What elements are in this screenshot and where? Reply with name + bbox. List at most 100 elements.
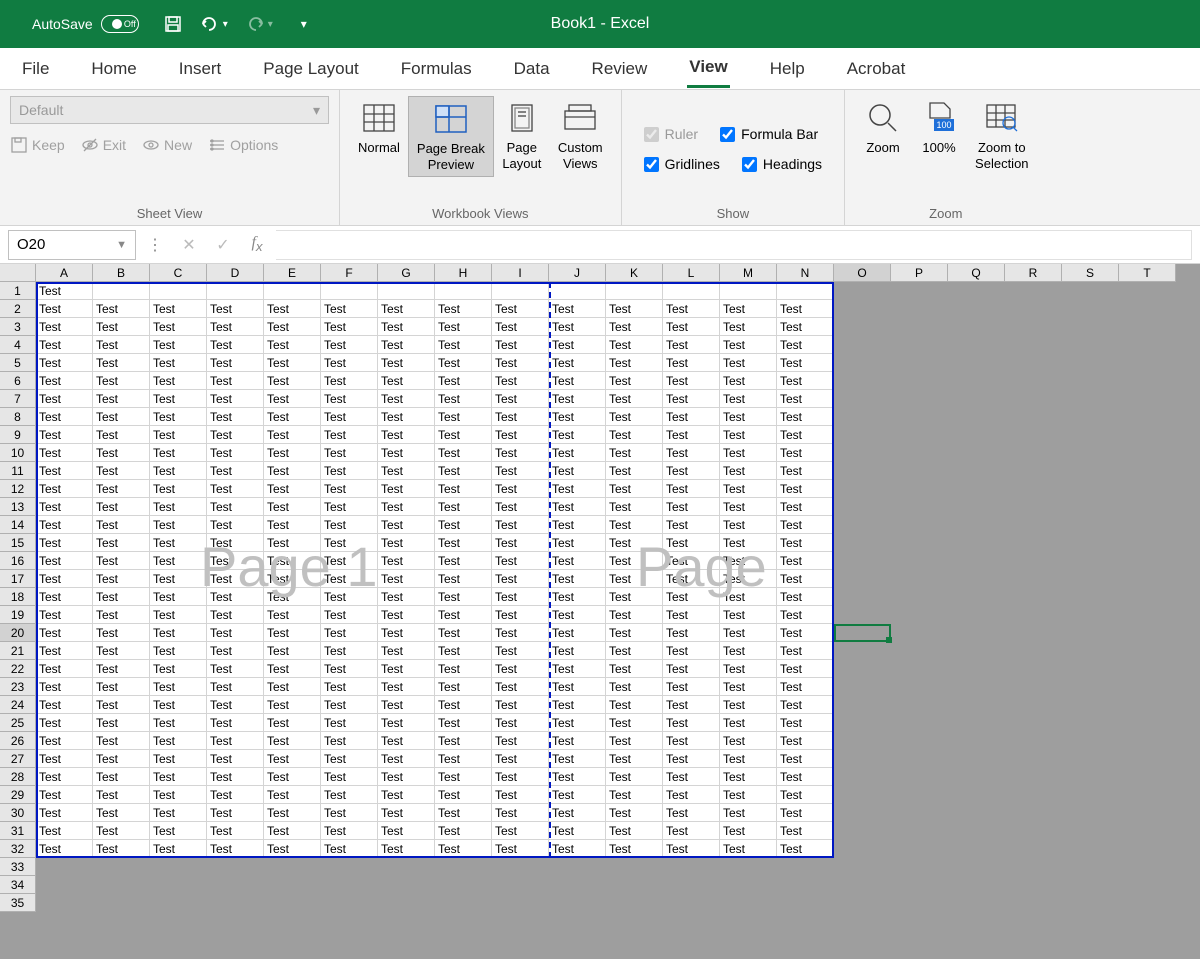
cell[interactable]: Test	[264, 588, 321, 606]
col-header[interactable]: F	[321, 264, 378, 282]
cell[interactable]: Test	[663, 786, 720, 804]
cell[interactable]: Test	[321, 822, 378, 840]
cell[interactable]: Test	[720, 408, 777, 426]
cell[interactable]	[1062, 624, 1119, 642]
cell[interactable]	[150, 858, 207, 876]
cell[interactable]: Test	[777, 786, 834, 804]
cell[interactable]: Test	[378, 804, 435, 822]
cell[interactable]	[1005, 426, 1062, 444]
row-header[interactable]: 13	[0, 498, 36, 516]
cell[interactable]: Test	[36, 498, 93, 516]
cell[interactable]	[834, 696, 891, 714]
cell[interactable]: Test	[435, 732, 492, 750]
row-header[interactable]: 31	[0, 822, 36, 840]
cell[interactable]	[1119, 786, 1176, 804]
formula-input[interactable]	[276, 230, 1192, 260]
cell[interactable]: Test	[720, 426, 777, 444]
cell[interactable]	[1119, 282, 1176, 300]
cell[interactable]: Test	[435, 570, 492, 588]
cell[interactable]	[834, 408, 891, 426]
cell[interactable]: Test	[321, 426, 378, 444]
cell[interactable]	[1005, 858, 1062, 876]
cell[interactable]: Test	[378, 336, 435, 354]
cell[interactable]: Test	[321, 480, 378, 498]
cell[interactable]	[948, 462, 1005, 480]
cell[interactable]	[264, 876, 321, 894]
cell[interactable]: Test	[378, 768, 435, 786]
cell[interactable]	[948, 606, 1005, 624]
cell[interactable]: Test	[264, 570, 321, 588]
cell[interactable]	[1119, 354, 1176, 372]
cell[interactable]	[1005, 606, 1062, 624]
cell[interactable]: Test	[36, 768, 93, 786]
cell[interactable]	[891, 876, 948, 894]
cell[interactable]	[891, 462, 948, 480]
cell[interactable]	[1062, 750, 1119, 768]
cell[interactable]: Test	[606, 588, 663, 606]
cell[interactable]	[1062, 642, 1119, 660]
cell[interactable]: Test	[720, 840, 777, 858]
cell[interactable]	[264, 858, 321, 876]
cell[interactable]	[891, 426, 948, 444]
col-header[interactable]: G	[378, 264, 435, 282]
cell[interactable]	[777, 282, 834, 300]
cell[interactable]: Test	[378, 390, 435, 408]
cell[interactable]: Test	[435, 588, 492, 606]
cell[interactable]: Test	[378, 624, 435, 642]
cell[interactable]: Test	[321, 516, 378, 534]
cell[interactable]	[1005, 876, 1062, 894]
cell[interactable]: Test	[663, 840, 720, 858]
cell[interactable]: Test	[207, 678, 264, 696]
cell[interactable]: Test	[36, 516, 93, 534]
cell[interactable]: Test	[207, 642, 264, 660]
cell[interactable]: Test	[435, 426, 492, 444]
cell[interactable]	[1062, 606, 1119, 624]
cell[interactable]	[834, 444, 891, 462]
cell[interactable]: Test	[435, 462, 492, 480]
cell[interactable]	[1062, 408, 1119, 426]
cell[interactable]	[891, 444, 948, 462]
cell[interactable]: Test	[36, 624, 93, 642]
cell[interactable]	[834, 822, 891, 840]
cell[interactable]	[207, 282, 264, 300]
cell[interactable]: Test	[663, 426, 720, 444]
cell[interactable]: Test	[321, 660, 378, 678]
cell[interactable]	[948, 282, 1005, 300]
cell[interactable]	[834, 894, 891, 912]
cell[interactable]	[948, 570, 1005, 588]
cell[interactable]: Test	[549, 804, 606, 822]
cell[interactable]: Test	[720, 354, 777, 372]
cell[interactable]: Test	[663, 372, 720, 390]
cell[interactable]	[891, 408, 948, 426]
gridlines-checkbox[interactable]: Gridlines	[644, 156, 720, 172]
cell[interactable]: Test	[435, 336, 492, 354]
row-header[interactable]: 27	[0, 750, 36, 768]
cell[interactable]: Test	[36, 372, 93, 390]
col-header[interactable]: N	[777, 264, 834, 282]
cell[interactable]: Test	[492, 822, 549, 840]
row-header[interactable]: 22	[0, 660, 36, 678]
cell[interactable]: Test	[663, 588, 720, 606]
cell[interactable]: Test	[549, 372, 606, 390]
cell[interactable]: Test	[492, 336, 549, 354]
cell[interactable]	[948, 480, 1005, 498]
cell[interactable]: Test	[720, 498, 777, 516]
cell[interactable]: Test	[720, 588, 777, 606]
cell[interactable]: Test	[36, 642, 93, 660]
cell[interactable]: Test	[720, 300, 777, 318]
cell[interactable]: Test	[435, 318, 492, 336]
cell[interactable]	[948, 300, 1005, 318]
cell[interactable]	[834, 534, 891, 552]
cell[interactable]: Test	[36, 534, 93, 552]
cell[interactable]	[435, 894, 492, 912]
cell[interactable]	[321, 858, 378, 876]
cell[interactable]	[948, 840, 1005, 858]
save-icon[interactable]	[163, 14, 183, 34]
cell[interactable]	[1119, 336, 1176, 354]
row-header[interactable]: 23	[0, 678, 36, 696]
row-header[interactable]: 30	[0, 804, 36, 822]
row-header[interactable]: 6	[0, 372, 36, 390]
cell[interactable]: Test	[207, 516, 264, 534]
undo-icon[interactable]: ▾	[199, 14, 228, 34]
cell[interactable]: Test	[321, 732, 378, 750]
